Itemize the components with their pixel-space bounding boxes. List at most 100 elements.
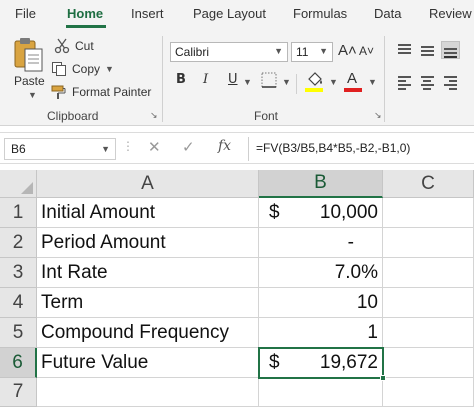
- middle-align-icon[interactable]: [419, 42, 436, 58]
- tab-data[interactable]: Data: [374, 6, 401, 21]
- name-box[interactable]: B6 ▼: [4, 138, 116, 160]
- formula-input[interactable]: =FV(B3/B5,B4*B5,-B2,-B1,0): [256, 141, 410, 155]
- cell-b3[interactable]: 7.0%: [259, 258, 383, 288]
- cell-a4[interactable]: Term: [37, 288, 259, 318]
- decrease-font-size-button[interactable]: A˅: [359, 44, 374, 58]
- paste-button[interactable]: Paste ▼: [8, 34, 50, 104]
- fill-color-swatch: [305, 88, 323, 92]
- paste-label: Paste: [14, 74, 45, 88]
- select-all-icon: [21, 182, 33, 194]
- name-box-value: B6: [11, 142, 26, 156]
- cell-a5[interactable]: Compound Frequency: [37, 318, 259, 348]
- column-header-b[interactable]: B: [259, 170, 383, 198]
- cut-button[interactable]: Cut: [54, 36, 94, 56]
- copy-button[interactable]: Copy ▼: [51, 59, 114, 79]
- chevron-down-icon[interactable]: ▼: [105, 64, 114, 74]
- cell-a1-text: Initial Amount: [41, 201, 156, 223]
- row-header-4[interactable]: 4: [0, 288, 37, 318]
- cell-a2-text: Period Amount: [41, 231, 166, 253]
- tab-insert[interactable]: Insert: [131, 6, 164, 21]
- column-header-a[interactable]: A: [37, 170, 259, 198]
- chevron-down-icon: ▼: [101, 144, 110, 154]
- cell-c1[interactable]: [383, 198, 474, 228]
- enter-icon[interactable]: ✓: [182, 138, 195, 156]
- dialog-launcher-icon[interactable]: ↘: [374, 110, 384, 120]
- cell-a7[interactable]: [37, 378, 259, 407]
- vertical-align-row: [396, 41, 460, 59]
- column-header-c[interactable]: C: [383, 170, 474, 198]
- align-center-icon[interactable]: [419, 74, 436, 90]
- cell-c7[interactable]: [383, 378, 474, 407]
- cell-c3[interactable]: [383, 258, 474, 288]
- borders-button[interactable]: [261, 72, 279, 90]
- italic-button[interactable]: I: [203, 72, 208, 94]
- horizontal-align-row: [396, 74, 459, 90]
- cancel-icon[interactable]: ✕: [148, 138, 161, 156]
- cell-c2[interactable]: [383, 228, 474, 258]
- format-painter-label: Format Painter: [72, 85, 152, 99]
- cell-a2[interactable]: Period Amount: [37, 228, 259, 258]
- align-left-icon[interactable]: [396, 74, 413, 90]
- chevron-down-icon[interactable]: ▼: [329, 77, 338, 87]
- chevron-down-icon[interactable]: ▼: [243, 77, 252, 87]
- chevron-down-icon: ▼: [319, 46, 328, 56]
- formula-bar-divider: [248, 137, 249, 161]
- row-header-5[interactable]: 5: [0, 318, 37, 348]
- paintbrush-icon: [51, 84, 67, 100]
- bold-button[interactable]: B: [176, 72, 186, 94]
- font-size-select[interactable]: 11 ▼: [291, 42, 333, 62]
- row-header-1[interactable]: 1: [0, 198, 37, 228]
- row-header-2[interactable]: 2: [0, 228, 37, 258]
- top-align-icon[interactable]: [396, 42, 413, 58]
- group-divider: [384, 36, 385, 122]
- tab-file[interactable]: File: [15, 6, 36, 21]
- cell-c5[interactable]: [383, 318, 474, 348]
- cell-a4-text: Term: [41, 291, 84, 313]
- row-header-7[interactable]: 7: [0, 378, 37, 407]
- cell-b2-value: -: [347, 231, 354, 253]
- dialog-launcher-icon[interactable]: ↘: [150, 110, 160, 120]
- chevron-down-icon[interactable]: ▼: [282, 77, 291, 87]
- tab-review[interactable]: Review: [429, 6, 472, 21]
- select-all-corner[interactable]: [0, 170, 37, 198]
- more-icon[interactable]: ⋮: [122, 139, 134, 153]
- cell-a6-text: Future Value: [41, 351, 149, 373]
- chevron-down-icon[interactable]: ▼: [28, 90, 37, 100]
- borders-icon: [261, 72, 277, 88]
- chevron-down-icon: ▼: [274, 46, 283, 56]
- cell-a1[interactable]: Initial Amount: [37, 198, 259, 228]
- tab-home[interactable]: Home: [67, 6, 103, 21]
- insert-function-button[interactable]: fx: [218, 138, 231, 154]
- active-tab-indicator: [66, 25, 106, 28]
- cell-a6[interactable]: Future Value: [37, 348, 259, 378]
- cell-c6[interactable]: [383, 348, 474, 378]
- cell-b6[interactable]: $19,672: [259, 348, 383, 378]
- cell-b5-value: 1: [367, 321, 378, 343]
- fill-handle[interactable]: [380, 375, 386, 381]
- cell-b2[interactable]: -: [259, 228, 383, 258]
- bottom-align-icon[interactable]: [441, 41, 460, 59]
- scissors-icon: [54, 38, 70, 54]
- underline-button[interactable]: U: [228, 72, 238, 94]
- cell-c4[interactable]: [383, 288, 474, 318]
- cell-a3[interactable]: Int Rate: [37, 258, 259, 288]
- row-header-3[interactable]: 3: [0, 258, 37, 288]
- fill-color-button[interactable]: [305, 70, 327, 94]
- cell-b7[interactable]: [259, 378, 383, 407]
- format-painter-button[interactable]: Format Painter: [51, 82, 151, 102]
- font-name-select[interactable]: Calibri ▼: [170, 42, 288, 62]
- cell-b5[interactable]: 1: [259, 318, 383, 348]
- cell-b4[interactable]: 10: [259, 288, 383, 318]
- increase-font-size-button[interactable]: A˄: [338, 42, 357, 59]
- align-right-icon[interactable]: [442, 74, 459, 90]
- tab-page-layout[interactable]: Page Layout: [193, 6, 266, 21]
- group-divider: [296, 74, 297, 94]
- cell-a5-text: Compound Frequency: [41, 321, 229, 343]
- tab-formulas[interactable]: Formulas: [293, 6, 347, 21]
- worksheet-grid: A B C 1 Initial Amount $10,000 2 Period …: [0, 170, 474, 407]
- chevron-down-icon[interactable]: ▼: [368, 77, 377, 87]
- group-divider: [162, 36, 163, 122]
- cell-b1[interactable]: $10,000: [259, 198, 383, 228]
- font-color-button[interactable]: A: [344, 70, 364, 94]
- row-header-6[interactable]: 6: [0, 348, 37, 378]
